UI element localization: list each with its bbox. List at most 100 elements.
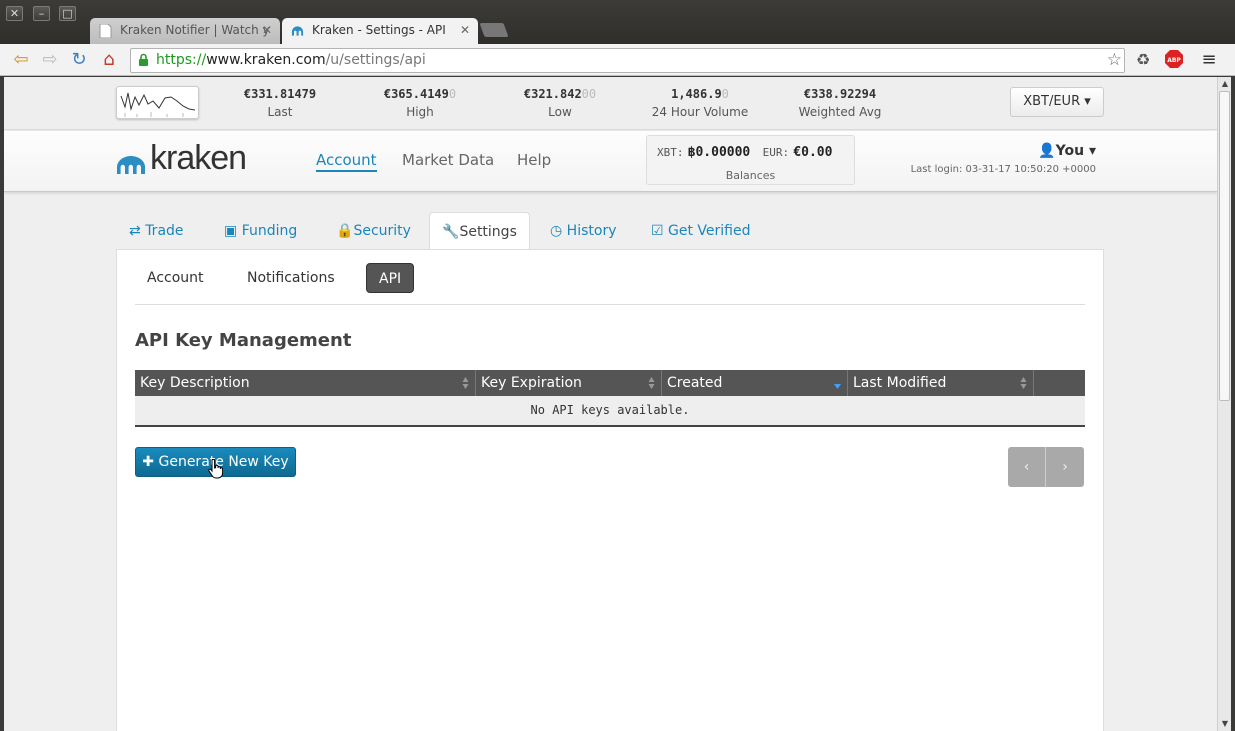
site-header: kraken Account Market Data Help XBT: ฿0.… [4, 131, 1217, 192]
ticker-low-label: Low [548, 105, 572, 119]
back-arrow-icon[interactable]: ⇦ [10, 49, 32, 71]
recycle-extension-icon[interactable]: ♻ [1132, 49, 1154, 71]
url-path: /u/settings/api [325, 52, 426, 68]
nav-help[interactable]: Help [517, 151, 551, 169]
sort-icon [648, 377, 655, 389]
adblock-icon[interactable]: ABP [1163, 49, 1185, 71]
user-menu[interactable]: 👤You ▾ [1038, 143, 1096, 159]
nav-account[interactable]: Account [316, 151, 377, 172]
col-actions [1034, 370, 1085, 396]
ticker-wavg-label: Weighted Avg [798, 105, 882, 119]
ticker-high-dim-digits: 0 [448, 87, 457, 101]
tab-trade[interactable]: ⇄ Trade [129, 212, 184, 250]
tab-security[interactable]: 🔒Security [336, 212, 411, 250]
lock-icon [139, 53, 148, 66]
kraken-logo-icon [117, 156, 145, 174]
forward-arrow-icon[interactable]: ⇨ [39, 49, 61, 71]
column-label: Key Expiration [481, 375, 582, 391]
user-name: You ▾ [1055, 143, 1096, 159]
ticker-low-value: €321.842 [523, 87, 582, 101]
pagination: ‹ › [1008, 447, 1085, 487]
plus-icon: ✚ [142, 454, 159, 470]
col-last-modified[interactable]: Last Modified [848, 370, 1034, 396]
section-title: API Key Management [135, 330, 352, 351]
trade-icon: ⇄ [129, 223, 146, 239]
eur-balance-key: EUR: [762, 146, 790, 159]
tab-settings[interactable]: 🔧Settings [429, 212, 530, 250]
tab-history[interactable]: ◷ History [550, 212, 616, 250]
ticker-volume-value: 1,486.9 [671, 87, 722, 101]
home-icon[interactable]: ⌂ [98, 49, 120, 71]
reload-icon[interactable]: ↻ [68, 49, 90, 71]
tab-close-icon[interactable]: ✕ [460, 18, 470, 43]
tab-label: Funding [241, 223, 298, 239]
tab-close-icon[interactable]: ✕ [262, 18, 272, 43]
sort-icon [462, 377, 469, 389]
col-key-description[interactable]: Key Description [135, 370, 476, 396]
minimize-window-button[interactable]: – [33, 6, 50, 21]
sort-icon [1020, 377, 1027, 389]
eur-balance-value: €0.00 [793, 145, 833, 160]
col-created[interactable]: Created [662, 370, 848, 396]
ticker-last: €331.81479 Last [210, 87, 350, 119]
tab-label: History [566, 223, 617, 239]
balances-caption: Balances [725, 169, 776, 182]
ticker-wavg-value: €338.92294 [803, 87, 877, 101]
tab-label: Get Verified [668, 223, 751, 239]
col-key-expiration[interactable]: Key Expiration [476, 370, 662, 396]
tab-get-verified[interactable]: ☑ Get Verified [651, 212, 750, 250]
scrollbar-thumb[interactable] [1219, 91, 1230, 401]
prev-page-button[interactable]: ‹ [1008, 447, 1046, 487]
maximize-window-button[interactable]: □ [59, 6, 76, 21]
api-keys-table: Key Description Key Expiration Created L… [135, 370, 1085, 427]
currency-pair-dropdown[interactable]: XBT/EUR ▾ [1010, 87, 1104, 117]
browser-tab-kraken-notifier[interactable]: Kraken Notifier | Watch y ✕ [90, 18, 280, 44]
ticker-high-value: €365.4149 [383, 87, 449, 101]
scroll-down-arrow-icon[interactable]: ▼ [1218, 718, 1232, 730]
new-tab-button[interactable] [479, 23, 509, 37]
settings-panel: Account Notifications API API Key Manage… [116, 249, 1104, 731]
close-window-button[interactable]: ✕ [6, 6, 23, 21]
menu-icon[interactable]: ≡ [1198, 49, 1220, 71]
scroll-up-arrow-icon[interactable]: ▲ [1218, 78, 1232, 90]
kraken-favicon-icon [291, 26, 304, 36]
ticker-high: €365.41490 High [350, 87, 490, 119]
subtab-account[interactable]: Account [135, 263, 216, 293]
browser-tab-kraken-settings[interactable]: Kraken - Settings - API ✕ [282, 18, 478, 44]
browser-toolbar: ⇦ ⇨ ↻ ⌂ https://www.kraken.com/u/setting… [0, 44, 1235, 76]
url-host: www.kraken.com [206, 52, 326, 68]
window-titlebar: ✕ – □ Kraken Notifier | Watch y ✕ Kraken… [0, 0, 1235, 44]
lock-icon: 🔒 [336, 223, 354, 239]
page-icon [99, 24, 112, 38]
checkbox-icon: ☑ [651, 223, 669, 239]
web-page: €331.81479 Last €365.41490 High €321.842… [4, 77, 1217, 731]
wrench-icon: 🔧 [442, 224, 460, 240]
table-header: Key Description Key Expiration Created L… [135, 370, 1085, 396]
ticker-last-label: Last [267, 105, 293, 119]
bookmark-star-icon[interactable]: ☆ [1107, 49, 1122, 72]
tab-label: Settings [459, 224, 517, 240]
tab-funding[interactable]: ▣ Funding [224, 212, 297, 250]
price-sparkline[interactable] [116, 86, 199, 119]
ticker-weighted-avg: €338.92294 Weighted Avg [770, 87, 910, 119]
address-bar[interactable]: https://www.kraken.com/u/settings/api ☆ [130, 48, 1125, 73]
divider [135, 304, 1085, 305]
next-page-button[interactable]: › [1046, 447, 1084, 487]
svg-text:ABP: ABP [1167, 57, 1181, 64]
subtab-api[interactable]: API [366, 263, 415, 293]
ticker-low: €321.84200 Low [490, 87, 630, 119]
nav-market-data[interactable]: Market Data [402, 151, 494, 169]
tab-title: Kraken - Settings - API [312, 23, 446, 37]
tab-label: Trade [145, 223, 184, 239]
page-scrollbar[interactable]: ▲ ▼ [1217, 77, 1231, 731]
hand-cursor-icon [208, 459, 223, 479]
column-label: Last Modified [853, 375, 947, 391]
tab-title: Kraken Notifier | Watch y [120, 23, 270, 37]
funding-icon: ▣ [224, 223, 242, 239]
balances-box[interactable]: XBT: ฿0.00000 EUR: €0.00 Balances [646, 135, 855, 185]
ticker-volume-label: 24 Hour Volume [651, 105, 749, 119]
xbt-balance-key: XBT: [657, 146, 684, 159]
ticker-volume: 1,486.90 24 Hour Volume [630, 87, 770, 119]
subtab-notifications[interactable]: Notifications [235, 263, 347, 293]
xbt-balance-value: ฿0.00000 [687, 145, 751, 160]
